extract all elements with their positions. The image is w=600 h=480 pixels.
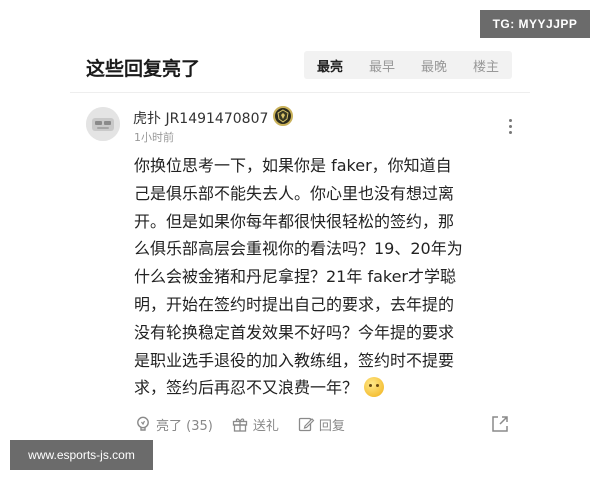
edit-reply-icon — [298, 417, 315, 432]
watermark-tg: TG: MYYJJPP — [480, 10, 590, 38]
like-label: 亮了 (35) — [156, 418, 213, 434]
thinking-emoji-icon — [364, 377, 385, 398]
comment-line: 么俱乐部高层会重视你的看法吗？19、20年为 — [134, 239, 463, 259]
tab-earliest[interactable]: 最早 — [356, 56, 408, 75]
comment-line: 什么会被金猪和丹尼拿捏？21年 faker才学聪 — [134, 267, 457, 287]
tab-brightest[interactable]: 最亮 — [304, 56, 356, 75]
gift-button[interactable]: 送礼 — [231, 415, 279, 434]
tab-latest[interactable]: 最晚 — [408, 56, 460, 75]
divider — [70, 92, 530, 93]
reply-label: 回复 — [318, 418, 345, 434]
more-vertical-icon[interactable] — [500, 116, 520, 136]
comment-body: 你换位思考一下，如果你是 faker，你知道自 己是俱乐部不能失去人。你心里也没… — [134, 152, 514, 402]
gift-label: 送礼 — [252, 418, 279, 434]
comment-line: 你换位思考一下，如果你是 faker，你知道自 — [134, 156, 452, 175]
sort-tabs: 最亮 最早 最晚 楼主 — [304, 51, 512, 79]
tab-op-only[interactable]: 楼主 — [460, 56, 512, 75]
comment-line: 开。但是如果你每年都很快很轻松的签约，那 — [134, 211, 455, 231]
gift-icon — [232, 418, 247, 432]
section-title: 这些回复亮了 — [86, 58, 201, 80]
avatar-image — [86, 107, 120, 141]
comment-line: 没有轮换稳定首发效果不好吗？今年提的要求 — [134, 322, 455, 342]
comment-actions: 亮了 (35) 送礼 回复 — [134, 412, 514, 436]
avatar[interactable] — [86, 107, 120, 141]
team-badge-icon — [273, 106, 293, 126]
timestamp: 1小时前 — [134, 131, 174, 144]
comment-line-last: 求，签约后再忍不又浪费一年？ — [134, 374, 514, 402]
username[interactable]: 虎扑 JR1491470807 — [133, 108, 268, 128]
reply-button[interactable]: 回复 — [297, 415, 345, 434]
comment-line: 明，开始在签约时提出自己的要求，去年提的 — [134, 294, 455, 314]
share-icon[interactable] — [490, 414, 510, 438]
comment-line: 是职业选手退役的加入教练组，签约时不提要 — [134, 350, 455, 370]
like-button[interactable]: 亮了 (35) — [134, 415, 213, 434]
comment-line: 己是俱乐部不能失去人。你心里也没有想过离 — [134, 183, 455, 203]
watermark-site: www.esports-js.com — [10, 440, 153, 470]
comment-line-text: 求，签约后再忍不又浪费一年？ — [134, 378, 359, 398]
light-bulb-icon — [137, 416, 149, 431]
